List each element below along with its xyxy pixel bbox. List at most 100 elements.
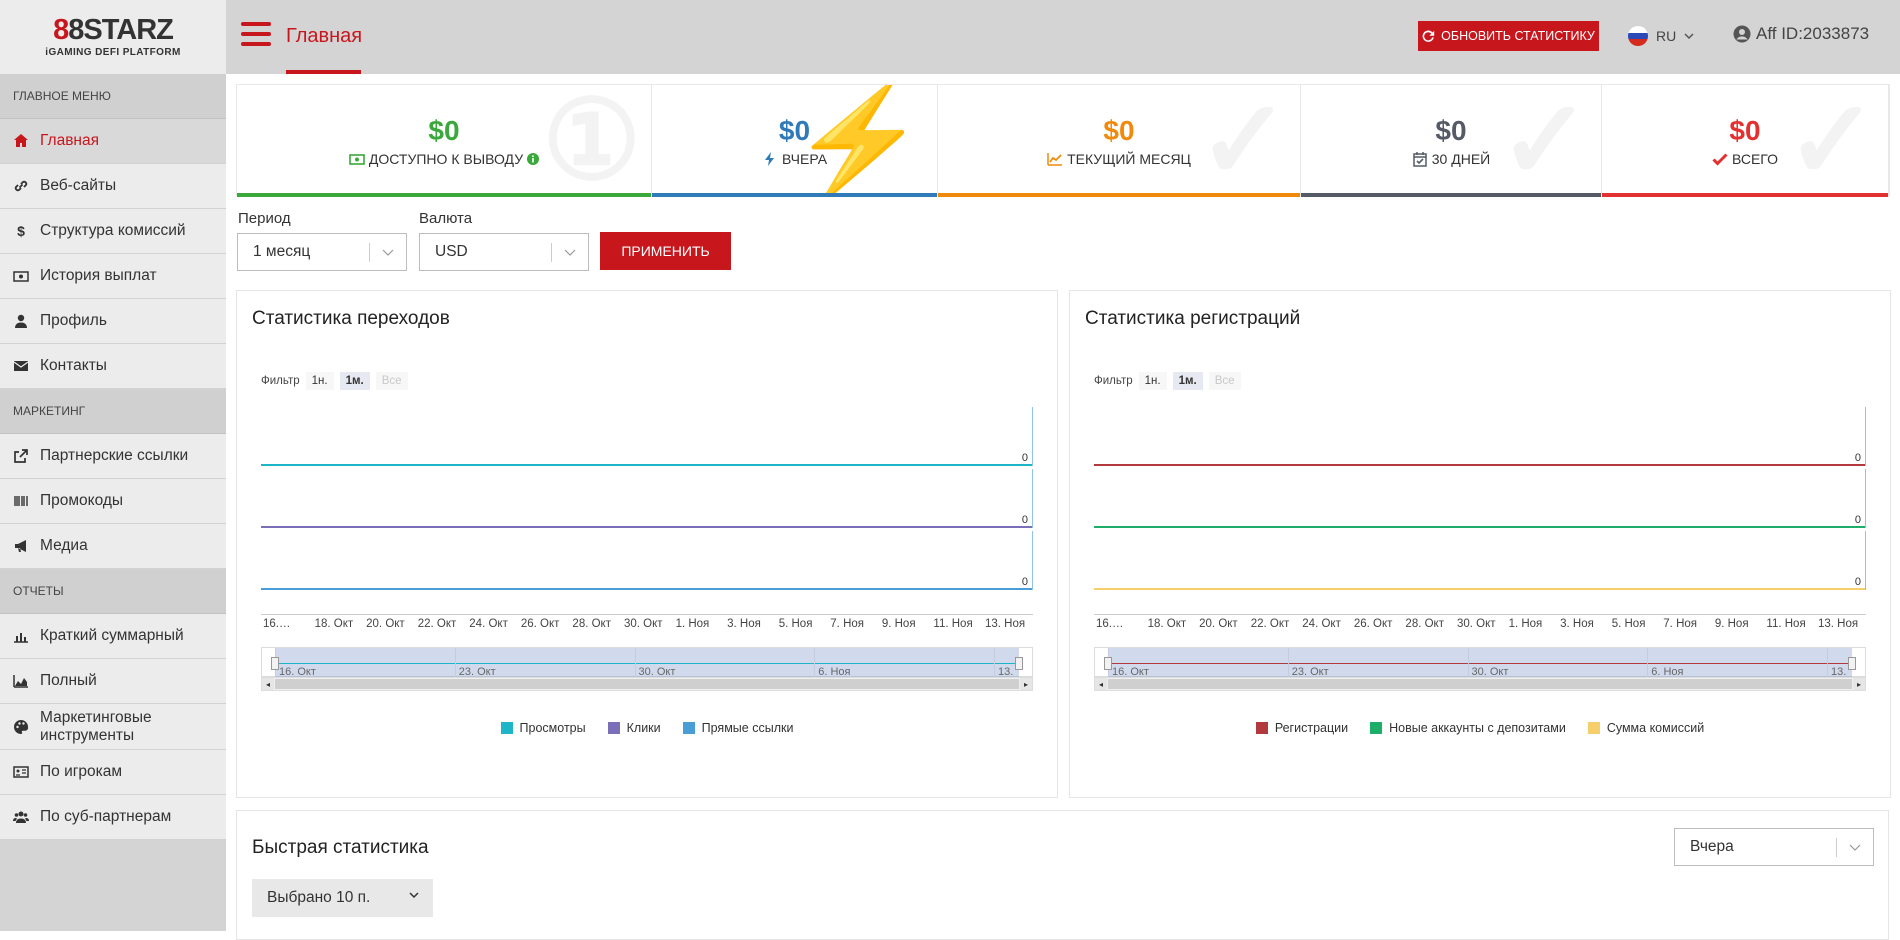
- sidebar-item-label: История выплат: [40, 267, 157, 284]
- stat-accent-bar: [652, 193, 937, 197]
- x-tick-label: 5. Ноя: [1611, 618, 1646, 630]
- legend-item[interactable]: Прямые ссылки: [682, 721, 793, 735]
- info-icon[interactable]: [527, 152, 540, 165]
- scrollbar-thumb[interactable]: [1108, 679, 1852, 689]
- currency-select[interactable]: USD: [419, 233, 589, 271]
- refresh-stats-button[interactable]: ОБНОВИТЬ СТАТИСТИКУ: [1418, 21, 1599, 51]
- refresh-icon: [1422, 30, 1435, 42]
- x-tick-label: 7. Ноя: [1663, 618, 1697, 630]
- x-axis: 16.… 18. Окт 20. Окт 22. Окт 24. Окт 26. Окт 2…: [1094, 614, 1866, 630]
- user-icon: [15, 314, 27, 328]
- sidebar-item[interactable]: Краткий суммарный: [0, 614, 226, 659]
- sidebar-item[interactable]: История выплат: [0, 254, 226, 299]
- clicks-stats-panel: Статистика переходов Фильтр 1н. 1м. Все 0 0 0 16…: [236, 290, 1058, 798]
- stat-card: ✓ $0 ВСЕГО: [1602, 85, 1889, 197]
- series-plot: 0: [261, 531, 1033, 590]
- affiliate-account[interactable]: Aff ID:2033873: [1733, 24, 1869, 44]
- range-filter-button[interactable]: 1м.: [339, 372, 370, 390]
- sidebar-item[interactable]: Маркетинговые инструменты: [0, 704, 226, 750]
- svg-text:$: $: [17, 223, 25, 239]
- navigator-scrollbar[interactable]: ◂ ▸: [261, 677, 1033, 691]
- link-icon-wrap: [12, 178, 30, 194]
- x-tick-label: 30. Окт: [624, 618, 663, 630]
- sidebar-item[interactable]: $ Структура комиссий: [0, 209, 226, 254]
- stat-value: $0: [1729, 114, 1761, 146]
- russia-flag-icon: [1628, 26, 1648, 46]
- sidebar-item[interactable]: Веб-сайты: [0, 164, 226, 209]
- series-last-value: 0: [1854, 452, 1861, 464]
- x-tick-label: 18. Окт: [1147, 618, 1187, 630]
- legend-label: Клики: [626, 721, 661, 735]
- scrollbar-thumb[interactable]: [275, 679, 1019, 689]
- barcode-icon: [14, 496, 28, 506]
- sidebar-item-label: Краткий суммарный: [40, 627, 184, 644]
- language-code: RU: [1656, 28, 1677, 44]
- logo[interactable]: 88STARZ iGAMING DEFI PLATFORM: [0, 0, 226, 74]
- stat-card: ⚡ $0 ВЧЕРА: [652, 85, 938, 197]
- scroll-right-arrow[interactable]: ▸: [1853, 678, 1865, 690]
- sidebar-item[interactable]: Главная: [0, 119, 226, 164]
- navigator-right-handle[interactable]: [1015, 657, 1023, 670]
- period-select[interactable]: 1 месяц: [237, 233, 407, 271]
- series-plot: 0: [1094, 531, 1866, 590]
- range-filter-button[interactable]: 1н.: [305, 372, 334, 390]
- scroll-left-arrow[interactable]: ◂: [262, 678, 274, 690]
- sidebar-item[interactable]: По суб-партнерам: [0, 795, 226, 840]
- x-tick-label: 22. Окт: [1250, 618, 1290, 630]
- watermark-icon: ✓: [1197, 85, 1290, 197]
- sidebar-item[interactable]: Медиа: [0, 524, 226, 569]
- sidebar-item-label: Профиль: [40, 312, 107, 329]
- range-filter-button[interactable]: 1м.: [1172, 372, 1203, 390]
- money-icon-wrap: [12, 268, 30, 284]
- bullhorn-icon-wrap: [12, 538, 30, 554]
- id-card-icon: [13, 766, 29, 778]
- series-last-value: 0: [1021, 514, 1028, 526]
- stat-accent-bar: [938, 193, 1300, 197]
- x-tick-label: 13. Ноя: [985, 618, 1026, 630]
- navigator-left-handle[interactable]: [1104, 657, 1112, 670]
- stat-label-row: ТЕКУЩИЙ МЕСЯЦ: [1047, 151, 1191, 167]
- x-tick-label: 9. Ноя: [1714, 618, 1749, 630]
- legend-item[interactable]: Просмотры: [500, 721, 586, 735]
- top-bar: Главная ОБНОВИТЬ СТАТИСТИКУ RU Aff ID:20…: [226, 0, 1900, 74]
- calendar-check-icon: [1413, 151, 1427, 167]
- affiliate-id: Aff ID:2033873: [1756, 24, 1870, 43]
- scroll-left-arrow[interactable]: ◂: [1095, 678, 1107, 690]
- legend-item[interactable]: Сумма комиссий: [1587, 721, 1704, 735]
- navigator-right-handle[interactable]: [1848, 657, 1856, 670]
- legend-label: Просмотры: [519, 721, 586, 735]
- watermark-icon: ⚡: [790, 85, 927, 197]
- x-tick-label: 26. Окт: [520, 618, 560, 630]
- sidebar-item[interactable]: Промокоды: [0, 479, 226, 524]
- hamburger-menu-icon[interactable]: [241, 22, 271, 49]
- sidebar-item[interactable]: Партнерские ссылки: [0, 434, 226, 479]
- stat-label-row: ДОСТУПНО К ВЫВОДУ: [349, 151, 540, 167]
- navigator-series-line: [1108, 663, 1852, 664]
- series-line: [261, 588, 1032, 590]
- column-chooser-button[interactable]: Выбрано 10 п.: [252, 879, 433, 917]
- sidebar-item[interactable]: Профиль: [0, 299, 226, 344]
- quick-range-select[interactable]: Вчера: [1674, 828, 1874, 866]
- sidebar-item-label: По игрокам: [40, 763, 123, 780]
- sidebar-item[interactable]: Контакты: [0, 344, 226, 389]
- x-tick-label: 9. Ноя: [881, 618, 916, 630]
- series-line: [1094, 588, 1865, 590]
- language-selector[interactable]: RU: [1628, 26, 1694, 46]
- apply-button[interactable]: ПРИМЕНИТЬ: [600, 232, 731, 270]
- dollar-icon-wrap: $: [12, 223, 30, 239]
- navigator-left-handle[interactable]: [271, 657, 279, 670]
- area-chart-icon-wrap: [12, 673, 30, 689]
- legend-item[interactable]: Новые аккаунты с депозитами: [1370, 721, 1566, 735]
- scroll-right-arrow[interactable]: ▸: [1020, 678, 1032, 690]
- sidebar-item[interactable]: Полный: [0, 659, 226, 704]
- range-filter-button[interactable]: 1н.: [1138, 372, 1167, 390]
- legend-item[interactable]: Клики: [607, 721, 661, 735]
- sidebar-item-label: Промокоды: [40, 492, 124, 509]
- legend-item[interactable]: Регистрации: [1255, 721, 1348, 735]
- stat-label: 30 ДНЕЙ: [1431, 150, 1491, 167]
- stat-card: ✓ $0 ТЕКУЩИЙ МЕСЯЦ: [938, 85, 1301, 197]
- range-filter-button: Все: [375, 372, 408, 390]
- navigator-scrollbar[interactable]: ◂ ▸: [1094, 677, 1866, 691]
- sidebar-item[interactable]: По игрокам: [0, 750, 226, 795]
- palette-icon: [14, 719, 29, 734]
